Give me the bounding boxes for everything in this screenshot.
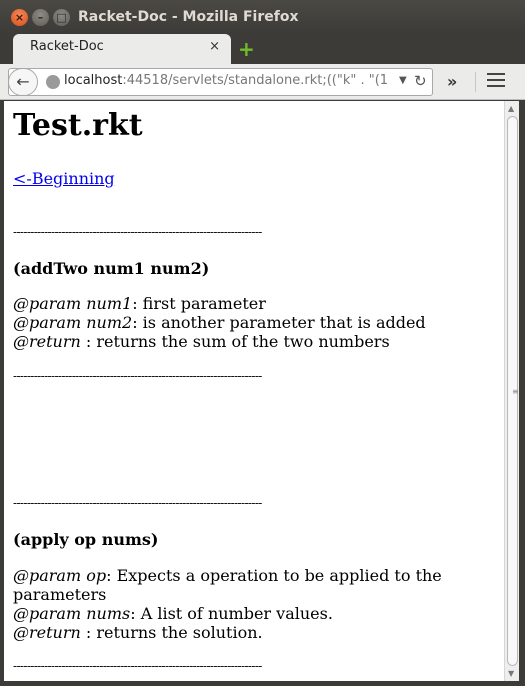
scrollbar-grip-icon: ≡: [512, 387, 519, 396]
window-title: Racket-Doc - Mozilla Firefox: [78, 9, 299, 25]
reload-icon[interactable]: ↻: [414, 72, 427, 90]
toolbar-separator: [475, 72, 476, 92]
tab-racket-doc[interactable]: Racket-Doc ×: [13, 34, 231, 64]
vertical-scrollbar[interactable]: ▲ ≡ ▼: [504, 101, 519, 681]
doc-tag: @param op: [13, 566, 107, 585]
doc-text: : is another parameter that is added: [132, 313, 426, 332]
url-host: localhost: [64, 73, 123, 88]
doc-tag: @param num1: [13, 294, 133, 313]
tab-strip: Racket-Doc × +: [0, 34, 525, 64]
function-doc: @param num1: first parameter @param num2…: [13, 294, 483, 351]
page-title: Test.rkt: [13, 108, 143, 143]
divider-rule: ----------------------------------------…: [13, 659, 262, 673]
doc-tag: @param num2: [13, 313, 133, 332]
doc-text: : A list of number values.: [130, 604, 333, 623]
doc-text: : first parameter: [132, 294, 266, 313]
function-signature: (apply op nums): [13, 530, 159, 549]
hamburger-menu-icon[interactable]: [487, 73, 505, 91]
function-signature: (addTwo num1 num2): [13, 259, 210, 278]
divider-rule: ----------------------------------------…: [13, 369, 262, 383]
doc-text: : returns the solution.: [80, 623, 263, 642]
doc-line: @return : returns the sum of the two num…: [13, 332, 483, 351]
new-tab-icon[interactable]: +: [238, 37, 255, 61]
window-frame-left: [0, 100, 4, 686]
tab-close-icon[interactable]: ×: [209, 39, 220, 54]
globe-icon[interactable]: [46, 75, 60, 89]
window-maximize-button[interactable]: □: [53, 9, 70, 26]
doc-line: @param num1: first parameter: [13, 294, 483, 313]
window-frame-right: [519, 100, 525, 686]
toolbar-overflow-icon[interactable]: »: [447, 72, 457, 91]
navigation-bar: ← localhost:44518/servlets/standalone.rk…: [0, 64, 525, 100]
url-path: :44518/servlets/standalone.rkt;(("k" . "…: [122, 73, 389, 88]
window-titlebar: × – □ Racket-Doc - Mozilla Firefox: [0, 0, 525, 34]
doc-tag: @return: [13, 332, 81, 351]
doc-tag: @return: [13, 623, 81, 642]
scrollbar-thumb[interactable]: ≡: [507, 116, 519, 666]
doc-line: @return : returns the solution.: [13, 623, 483, 642]
window-frame-bottom: [0, 681, 525, 686]
back-arrow-icon[interactable]: ←: [8, 68, 38, 96]
page-content: Test.rkt <-Beginning -------------------…: [4, 101, 504, 681]
url-text[interactable]: localhost:44518/servlets/standalone.rkt;…: [64, 73, 404, 88]
url-dropdown-icon[interactable]: ▼: [399, 75, 407, 86]
doc-line: @param op: Expects a operation to be app…: [13, 566, 483, 604]
window-minimize-button[interactable]: –: [32, 9, 49, 26]
scroll-up-icon[interactable]: ▲: [508, 104, 514, 113]
beginning-link[interactable]: <-Beginning: [13, 169, 115, 188]
doc-text: : returns the sum of the two numbers: [80, 332, 390, 351]
doc-line: @param num2: is another parameter that i…: [13, 313, 483, 332]
doc-tag: @param nums: [13, 604, 131, 623]
function-doc: @param op: Expects a operation to be app…: [13, 566, 483, 642]
url-bar[interactable]: ← localhost:44518/servlets/standalone.rk…: [8, 68, 433, 96]
divider-rule: ----------------------------------------…: [13, 225, 262, 239]
tab-label: Racket-Doc: [30, 39, 104, 54]
doc-line: @param nums: A list of number values.: [13, 604, 483, 623]
scroll-down-icon[interactable]: ▼: [508, 669, 514, 678]
divider-rule: ----------------------------------------…: [13, 496, 262, 510]
window-close-button[interactable]: ×: [11, 9, 28, 26]
